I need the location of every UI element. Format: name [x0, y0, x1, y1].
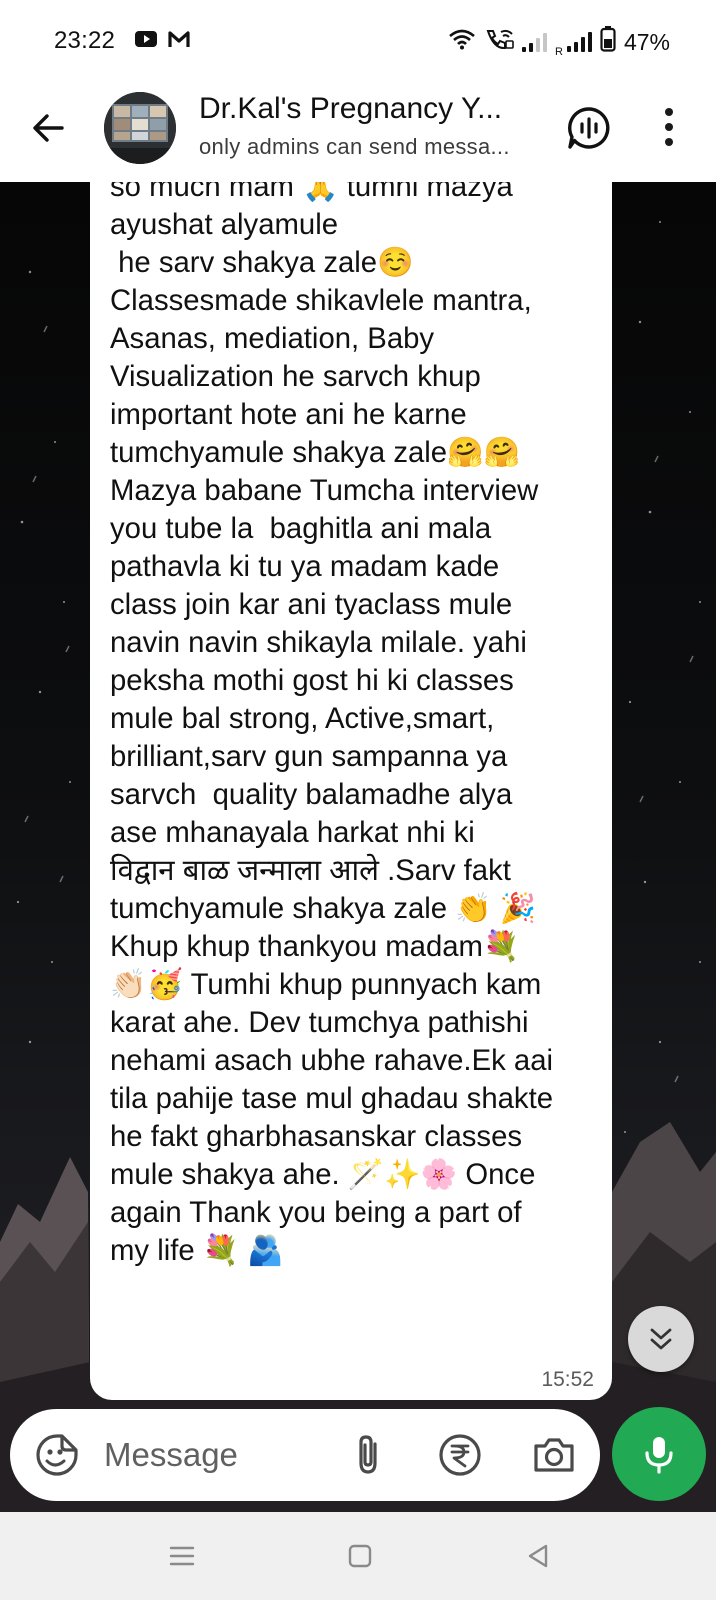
- recent-apps-button[interactable]: [158, 1532, 206, 1580]
- emoji-button[interactable]: [34, 1432, 80, 1478]
- wifi-calling-icon: [484, 28, 514, 56]
- attach-button[interactable]: [345, 1432, 391, 1478]
- scroll-to-bottom-button[interactable]: [628, 1306, 694, 1372]
- signal-sim2-icon: [566, 32, 592, 52]
- status-time: 23:22: [54, 27, 116, 54]
- status-indicators: R 47%: [448, 26, 670, 58]
- back-button[interactable]: [26, 106, 70, 150]
- voice-chat-button[interactable]: [566, 105, 612, 151]
- rupee-icon: [439, 1434, 481, 1476]
- chat-header: Dr.Kal's Pregnancy Y... only admins can …: [0, 82, 716, 182]
- menu-lines-icon: [169, 1546, 195, 1566]
- paperclip-icon: [359, 1435, 377, 1474]
- camera-button[interactable]: [531, 1432, 577, 1478]
- notification-icons: [134, 29, 190, 54]
- menu-dot: [665, 108, 673, 116]
- system-navigation-bar: [0, 1512, 716, 1600]
- home-button[interactable]: [336, 1532, 384, 1580]
- back-triangle-icon: [528, 1544, 548, 1568]
- voice-chat-icon: [568, 107, 610, 149]
- video-call-thumbnail: [104, 92, 176, 164]
- battery-percent: 47%: [623, 28, 670, 55]
- camera-icon: [534, 1438, 574, 1472]
- sticker-emoji-icon: [36, 1434, 78, 1476]
- message-timestamp: 15:52: [541, 1368, 594, 1391]
- youtube-icon: [134, 29, 158, 54]
- signal-sim1-icon: [522, 32, 547, 52]
- microphone-icon: [645, 1437, 673, 1474]
- menu-dot: [665, 123, 673, 131]
- group-subtitle: only admins can send messa...: [199, 134, 510, 159]
- message-bubble[interactable]: so much mam 🙏 tumhi mazya ayushat alyamu…: [90, 182, 612, 1400]
- system-back-button[interactable]: [514, 1532, 562, 1580]
- battery-icon: [600, 26, 616, 58]
- home-square-icon: [348, 1544, 372, 1568]
- message-input[interactable]: [104, 1427, 334, 1483]
- group-title[interactable]: Dr.Kal's Pregnancy Y...: [199, 92, 529, 126]
- group-avatar[interactable]: [104, 92, 176, 164]
- roaming-indicator: R: [555, 46, 563, 58]
- menu-dot: [665, 138, 673, 146]
- voice-message-button[interactable]: [612, 1407, 706, 1501]
- message-composer: [10, 1409, 600, 1501]
- wifi-icon: [448, 28, 476, 56]
- message-text: so much mam 🙏 tumhi mazya ayushat alyamu…: [110, 182, 554, 1267]
- back-arrow-icon: [33, 114, 64, 142]
- payment-button[interactable]: [435, 1430, 485, 1480]
- gmail-icon: [168, 30, 190, 53]
- more-options-button[interactable]: [655, 104, 683, 150]
- chat-area[interactable]: so much mam 🙏 tumhi mazya ayushat alyamu…: [0, 182, 716, 1512]
- status-bar: 23:22 R 47%: [0, 0, 716, 82]
- double-chevron-down-icon: [650, 1328, 672, 1350]
